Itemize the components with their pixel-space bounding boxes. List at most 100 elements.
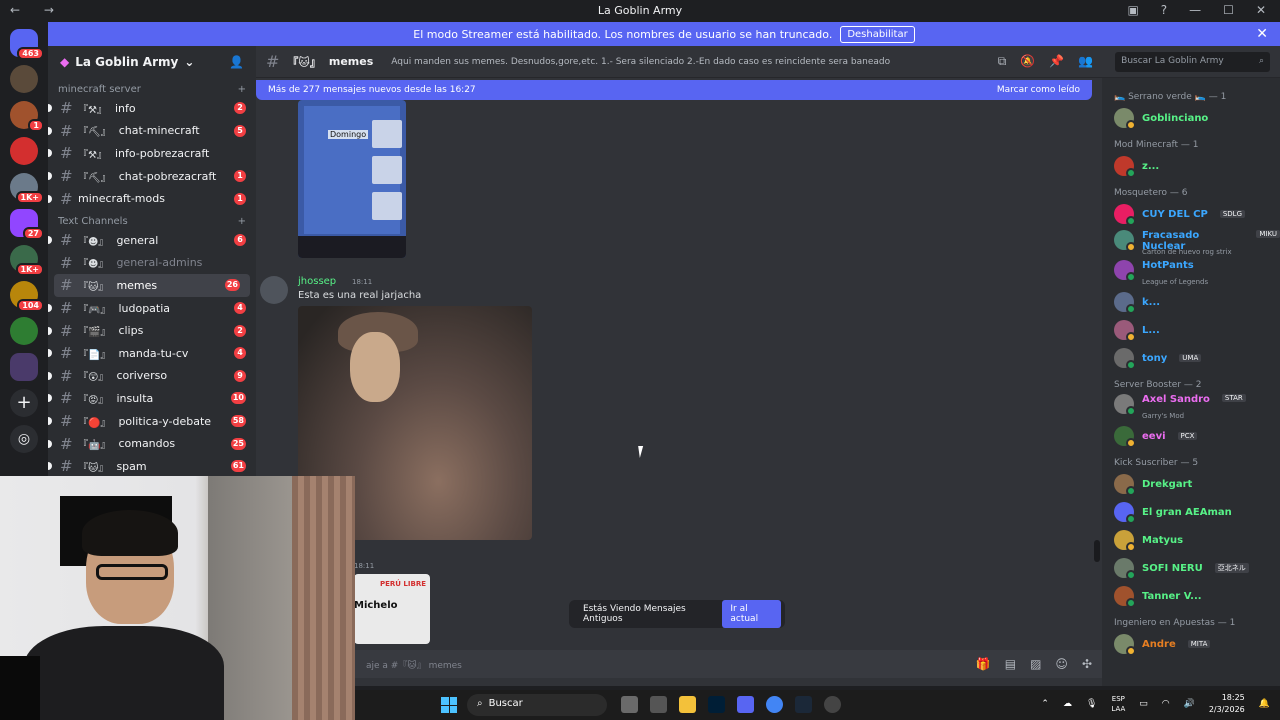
emoji-icon[interactable]: ☺ [1055, 657, 1068, 671]
channel-item[interactable]: # 『😡』 insulta 10 [48, 387, 256, 410]
notification-icon[interactable]: 🔔 [1259, 699, 1270, 709]
server-icon[interactable] [10, 317, 38, 345]
member-item[interactable]: HotPants League of Legends [1114, 260, 1208, 286]
avatar[interactable] [260, 276, 288, 304]
inbox-icon[interactable]: ▣ [1127, 3, 1138, 17]
gif-icon[interactable]: ▤ [1005, 657, 1016, 671]
server-icon[interactable] [10, 137, 38, 165]
channel-item[interactable]: # 『⛏』 chat-minecraft 5 [48, 120, 256, 143]
taskbar-search[interactable]: ⌕ Buscar [467, 694, 607, 716]
chrome-icon[interactable] [766, 696, 783, 713]
channel-item[interactable]: # 『🐱』 spam 61 [48, 455, 256, 478]
wifi-icon[interactable]: ◠ [1162, 699, 1170, 709]
channel-item[interactable]: # 『🐱』 memes 26 [54, 274, 250, 297]
minimize-icon[interactable]: — [1189, 3, 1201, 17]
channel-category[interactable]: Text Channels + [48, 210, 256, 229]
windows-start-icon[interactable] [441, 697, 457, 713]
microphone-icon[interactable]: 🎙 [1086, 699, 1097, 709]
sticker-icon[interactable]: ▨ [1030, 657, 1041, 671]
search-input[interactable]: Buscar La Goblin Army ⌕ [1115, 51, 1270, 72]
member-item[interactable]: Andre MITA [1114, 632, 1211, 656]
cloud-icon[interactable]: ☁ [1063, 699, 1072, 709]
channel-item[interactable]: # 『🔴』 politica-y-debate 58 [48, 410, 256, 433]
member-item[interactable]: L... [1114, 318, 1160, 342]
member-item[interactable]: Drekgart [1114, 472, 1192, 496]
chevron-up-icon[interactable]: ⌃ [1041, 699, 1049, 709]
server-icon[interactable]: 104 [10, 281, 44, 312]
members-icon[interactable]: 👥 [1078, 54, 1093, 69]
channel-item[interactable]: # 『🎬』 clips 2 [48, 319, 256, 342]
dm-home-icon[interactable]: 463 [10, 29, 44, 60]
channel-item[interactable]: # 『🤖』 comandos 25 [48, 432, 256, 455]
add-server-icon[interactable]: + [10, 389, 38, 417]
threads-icon[interactable]: ⧉ [998, 54, 1007, 69]
member-item[interactable]: Tanner V... [1114, 584, 1202, 608]
member-item[interactable]: Axel Sandro STAR Garry's Mod [1114, 394, 1246, 420]
channel-category[interactable]: minecraft server + [48, 78, 256, 97]
la-goblin-army-server-icon[interactable] [10, 353, 38, 381]
member-item[interactable]: CUY DEL CP SDLG [1114, 202, 1246, 226]
maximize-icon[interactable]: ☐ [1223, 3, 1234, 17]
channel-item[interactable]: # 『☻』 general-admins [48, 252, 256, 275]
add-channel-icon[interactable]: + [238, 216, 246, 227]
member-item[interactable]: z... [1114, 154, 1159, 178]
member-item[interactable]: Fracasado Nuclear MIKU Carton de huevo rog… [1114, 230, 1280, 256]
disable-streamer-button[interactable]: Deshabilitar [840, 25, 915, 43]
member-item[interactable]: El gran AEAman [1114, 500, 1232, 524]
server-icon[interactable] [10, 65, 38, 93]
volume-icon[interactable]: 🔊 [1184, 699, 1195, 709]
channel-item[interactable]: # 『🎮』 ludopatia 4 [48, 297, 256, 320]
member-item[interactable]: k... [1114, 290, 1160, 314]
add-channel-icon[interactable]: + [238, 84, 246, 95]
clan-tag: 亞北ネル [1214, 563, 1249, 573]
channel-item[interactable]: # 『⚒』 info 2 [48, 97, 256, 120]
message-image-michelo[interactable]: PERÚ LIBRE Michelo [354, 574, 430, 644]
mute-icon[interactable]: 🔕 [1020, 54, 1035, 69]
channel-item[interactable]: # 『☻』 general 6 [48, 229, 256, 252]
close-icon[interactable]: ✕ [1256, 26, 1268, 42]
jump-to-present-button[interactable]: Ir al actual [722, 600, 781, 628]
help-icon[interactable]: ? [1161, 3, 1167, 17]
member-item[interactable]: Matyus [1114, 528, 1183, 552]
message-image-document[interactable]: Domingo [298, 100, 406, 258]
channel-item[interactable]: # 『⛏』 chat-pobrezacraft 1 [48, 165, 256, 188]
gift-icon[interactable]: 🎁 [976, 657, 991, 671]
pin-icon[interactable]: 📌 [1049, 54, 1064, 69]
member-item[interactable]: tony UMA [1114, 346, 1202, 370]
close-window-icon[interactable]: ✕ [1256, 3, 1266, 17]
app-icon[interactable] [650, 696, 667, 713]
server-icon[interactable]: 1 [10, 101, 44, 132]
server-icon[interactable]: 1K+ [10, 245, 44, 276]
channel-item[interactable]: # 『⚒』 info-pobrezacraft [48, 142, 256, 165]
steam-icon[interactable] [795, 696, 812, 713]
file-explorer-icon[interactable] [679, 696, 696, 713]
member-item[interactable]: eevi PCX [1114, 424, 1198, 448]
channel-topic[interactable]: Aqui manden sus memes. Desnudos,gore,etc… [391, 57, 989, 67]
channel-item[interactable]: # 『😲』 coriverso 9 [48, 365, 256, 388]
message-composer[interactable]: aje a #『🐱』 memes 🎁 ▤ ▨ ☺ ✣ [256, 650, 1102, 678]
avatar [1114, 230, 1136, 252]
discover-icon[interactable]: ◎ [10, 425, 38, 453]
discord-icon[interactable] [737, 696, 754, 713]
new-messages-bar[interactable]: Más de 277 mensajes nuevos desde las 16:… [256, 80, 1092, 100]
channel-item[interactable]: # 『📄』 manda-tu-cv 4 [48, 342, 256, 365]
photoshop-icon[interactable] [708, 696, 725, 713]
apps-icon[interactable]: ✣ [1082, 657, 1092, 671]
member-item[interactable]: Goblinciano [1114, 106, 1208, 130]
clock[interactable]: 18:25 2/3/2026 [1209, 692, 1245, 716]
server-header[interactable]: ◆ La Goblin Army ⌄ 👤 [48, 46, 256, 78]
message-author[interactable]: jhossep [298, 276, 336, 287]
language-indicator[interactable]: ESP LAA [1111, 694, 1125, 714]
settings-icon[interactable] [824, 696, 841, 713]
member-item[interactable]: SOFI NERU 亞北ネル [1114, 556, 1249, 580]
mark-as-read-button[interactable]: Marcar como leído [997, 85, 1080, 95]
channel-item[interactable]: # minecraft-mods 1 [48, 187, 256, 210]
channel-emoji: 『🎬』 [78, 327, 111, 339]
invite-icon[interactable]: 👤 [229, 55, 244, 69]
network-icon[interactable]: ▭ [1139, 699, 1148, 709]
task-view-icon[interactable] [621, 696, 638, 713]
scrollbar[interactable] [1094, 540, 1100, 562]
server-name: La Goblin Army [75, 55, 179, 69]
server-icon[interactable]: 27 [10, 209, 44, 240]
server-icon[interactable]: 1K+ [10, 173, 44, 204]
